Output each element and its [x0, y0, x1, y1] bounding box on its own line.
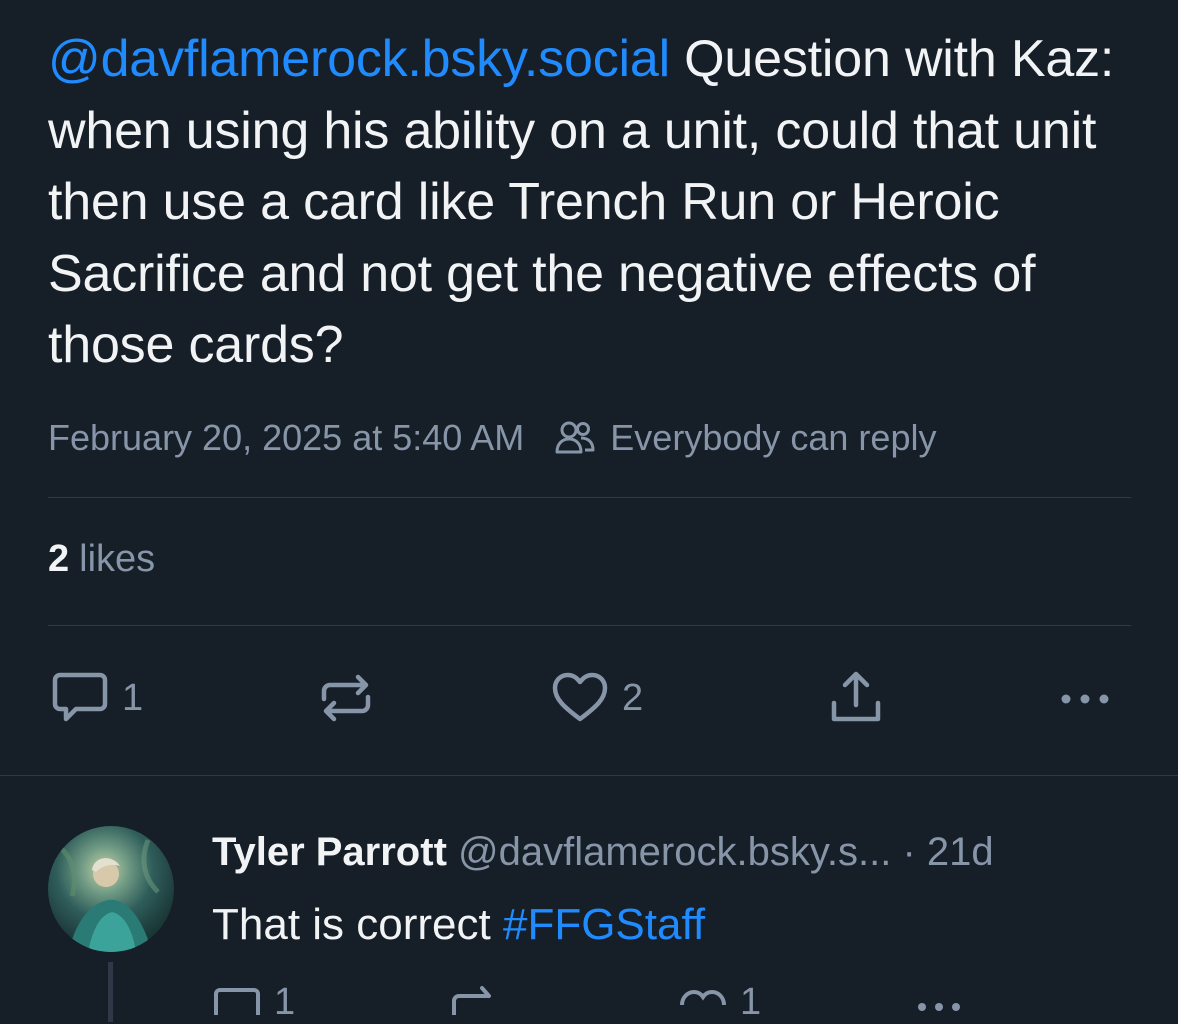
share-button[interactable]	[826, 668, 886, 728]
more-icon	[918, 1003, 960, 1011]
reply-body: That is correct	[212, 900, 503, 949]
reply-separator: ·	[902, 830, 916, 874]
post-actions: 1 2	[0, 668, 1178, 728]
reply-reply-button[interactable]: 1	[212, 981, 295, 1023]
post-timestamp: February 20, 2025 at 5:40 AM	[48, 417, 525, 458]
hashtag-link[interactable]: #FFGStaff	[503, 900, 705, 949]
more-icon	[1061, 694, 1109, 704]
people-icon	[555, 421, 595, 454]
reply-reply-count: 1	[274, 981, 296, 1023]
repost-button[interactable]	[316, 668, 376, 728]
divider	[0, 775, 1178, 776]
reply-more-button[interactable]	[914, 985, 964, 1020]
divider	[48, 497, 1131, 498]
post-meta: February 20, 2025 at 5:40 AM Everybody c…	[48, 414, 936, 462]
avatar[interactable]	[48, 826, 174, 952]
reply-like-count: 1	[740, 981, 762, 1023]
repost-icon	[452, 986, 491, 1017]
avatar-image	[56, 839, 160, 952]
reply-actions: 1 1	[0, 981, 1178, 1023]
reply-author-name[interactable]: Tyler Parrott	[212, 830, 447, 874]
divider	[48, 625, 1131, 626]
reply-header: Tyler Parrott @davflamerock.bsky.s... · …	[212, 830, 994, 875]
like-count: 2	[622, 676, 644, 719]
reply-like-button[interactable]: 1	[678, 981, 761, 1023]
heart-icon	[680, 989, 726, 1006]
reply-repost-button[interactable]	[448, 985, 498, 1020]
repost-icon	[321, 674, 371, 722]
more-options-button[interactable]	[1056, 668, 1116, 728]
comment-icon	[52, 672, 108, 722]
mention-link[interactable]: @davflamerock.bsky.social	[48, 30, 670, 88]
comment-icon	[214, 988, 260, 1015]
reply-setting[interactable]: Everybody can reply	[554, 417, 936, 459]
likes-label: likes	[79, 538, 156, 580]
reply-button[interactable]: 1	[50, 668, 143, 728]
post-text: @davflamerock.bsky.social Question with …	[48, 24, 1148, 382]
heart-icon	[552, 672, 608, 722]
share-icon	[831, 671, 881, 722]
reply-author-handle[interactable]: @davflamerock.bsky.s...	[458, 830, 891, 874]
likes-count: 2	[48, 538, 70, 580]
reply-setting-label: Everybody can reply	[610, 417, 937, 458]
reply-text: That is correct #FFGStaff	[212, 900, 705, 950]
likes-summary[interactable]: 2 likes	[48, 538, 155, 581]
reply-age: 21d	[926, 830, 994, 874]
like-button[interactable]: 2	[550, 668, 643, 728]
reply-count: 1	[122, 676, 144, 719]
